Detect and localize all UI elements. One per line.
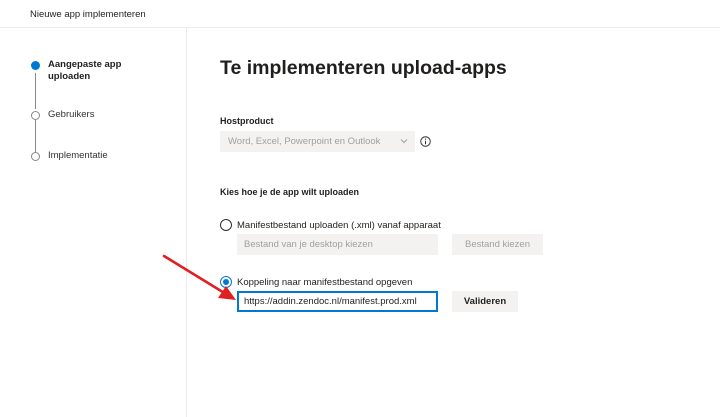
radio-upload-file-label[interactable]: Manifestbestand uploaden (.xml) vanaf ap… xyxy=(237,220,441,231)
top-bar: Nieuwe app implementeren xyxy=(0,0,720,28)
step-indicator xyxy=(31,152,40,161)
host-product-label: Hostproduct xyxy=(220,116,274,126)
validate-button[interactable]: Valideren xyxy=(452,291,518,312)
step-connector xyxy=(35,120,36,152)
app-window: Nieuwe app implementeren Aangepaste app … xyxy=(0,0,720,417)
page-title: Te implementeren upload-apps xyxy=(220,57,507,79)
window-title: Nieuwe app implementeren xyxy=(30,9,146,20)
step-users: Gebruikers xyxy=(48,109,95,120)
step-connector xyxy=(35,73,36,109)
file-path-placeholder: Bestand van je desktop kiezen xyxy=(244,239,373,250)
steps-sidebar: Aangepaste app uploaden Gebruikers Imple… xyxy=(0,28,187,417)
red-arrow-icon xyxy=(162,254,236,300)
step-indicator xyxy=(31,111,40,120)
choose-file-button[interactable]: Bestand kiezen xyxy=(452,234,543,255)
chevron-down-icon xyxy=(400,139,408,144)
host-product-value: Word, Excel, Powerpoint en Outlook xyxy=(228,136,381,147)
step-upload-custom-app: Aangepaste app uploaden xyxy=(48,59,122,82)
host-product-select[interactable]: Word, Excel, Powerpoint en Outlook xyxy=(220,131,415,152)
file-path-input[interactable]: Bestand van je desktop kiezen xyxy=(237,234,438,255)
step-indicator-active xyxy=(31,61,40,70)
upload-method-label: Kies hoe je de app wilt uploaden xyxy=(220,187,360,197)
radio-manifest-link-label[interactable]: Koppeling naar manifestbestand opgeven xyxy=(237,277,412,288)
info-icon[interactable] xyxy=(420,136,431,147)
manifest-url-input[interactable] xyxy=(237,291,438,312)
radio-upload-file[interactable] xyxy=(220,219,232,231)
step-deployment: Implementatie xyxy=(48,150,108,161)
